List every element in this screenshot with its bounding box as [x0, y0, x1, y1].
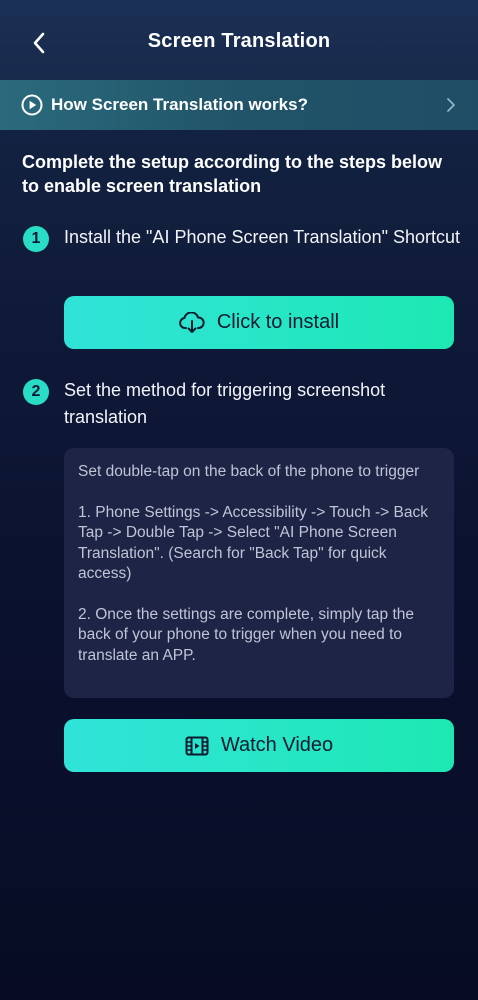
back-tap-instructions-box: Set double-tap on the back of the phone …	[64, 448, 454, 698]
instruction-step-1: 1. Phone Settings -> Accessibility -> To…	[78, 503, 428, 583]
click-to-install-label: Click to install	[216, 311, 340, 333]
play-circle-icon	[21, 94, 43, 116]
how-it-works-label: How Screen Translation works?	[51, 95, 308, 114]
chevron-right-icon	[447, 98, 455, 112]
click-to-install-button[interactable]: Click to install	[64, 296, 454, 349]
step-1-text: Install the "AI Phone Screen Translation…	[64, 227, 460, 247]
step-2-badge: 2	[23, 379, 49, 405]
cloud-download-icon	[178, 311, 205, 333]
how-it-works-banner[interactable]: How Screen Translation works?	[0, 80, 478, 130]
step-2-text: Set the method for triggering screenshot…	[64, 380, 386, 427]
setup-instructions-heading: Complete the setup according to the step…	[22, 152, 443, 196]
watch-video-button[interactable]: Watch Video	[64, 719, 454, 772]
page-title: Screen Translation	[147, 30, 331, 52]
top-app-bar: Screen Translation	[0, 0, 478, 80]
step-1-badge: 1	[23, 226, 49, 252]
film-icon	[185, 736, 209, 755]
watch-video-label: Watch Video	[220, 734, 334, 756]
instruction-step-2: 2. Once the settings are complete, simpl…	[78, 605, 415, 664]
instruction-intro: Set double-tap on the back of the phone …	[78, 463, 420, 480]
